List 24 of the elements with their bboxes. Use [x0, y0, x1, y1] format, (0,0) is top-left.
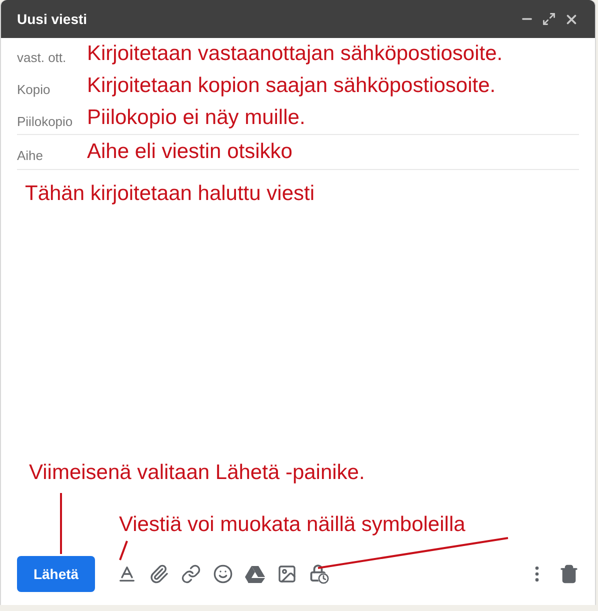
leader-line	[119, 540, 128, 560]
paperclip-icon[interactable]	[149, 564, 169, 584]
annotation-text: Kirjoitetaan vastaanottajan sähköpostiosoite.	[87, 41, 503, 68]
field-label: Kopio	[17, 81, 52, 100]
link-icon[interactable]	[181, 564, 201, 584]
image-icon[interactable]	[277, 564, 297, 584]
emoji-icon[interactable]	[213, 564, 233, 584]
annotation-text: Piilokopio ei näy muille.	[87, 105, 306, 132]
field-label: Aihe	[17, 147, 44, 166]
field-label: vast. ott.	[17, 49, 68, 68]
annotation-text: Kirjoitetaan kopion saajan sähköpostiosoite.	[87, 73, 496, 100]
annotation-text: Viestiä voi muokata näillä symboleilla	[119, 512, 466, 538]
drive-icon[interactable]	[245, 565, 265, 583]
lock-clock-icon[interactable]	[309, 564, 329, 584]
trash-icon[interactable]	[559, 564, 579, 584]
annotation-text: Aihe eli viestin otsikko	[87, 139, 292, 166]
window-title: Uusi viesti	[17, 10, 88, 28]
text-format-icon[interactable]	[117, 564, 137, 584]
expand-icon[interactable]	[542, 12, 556, 26]
annotation-text: Viimeisenä valitaan Lähetä -painike.	[29, 460, 366, 486]
field-label: Piilokopio	[17, 113, 74, 132]
annotation-text: Tähän kirjoitetaan haluttu viesti	[25, 181, 316, 207]
send-button[interactable]: Lähetä	[17, 556, 95, 592]
leader-line	[60, 493, 62, 554]
